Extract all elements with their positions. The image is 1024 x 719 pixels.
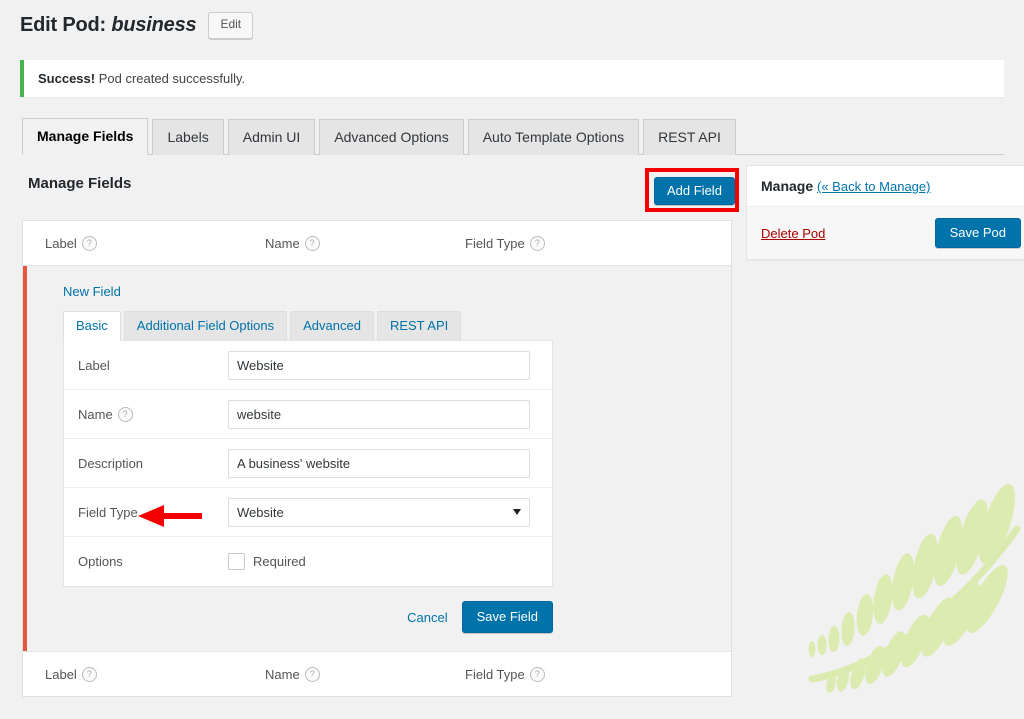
column-footer-name: Name? (265, 666, 465, 682)
cancel-field-link[interactable]: Cancel (407, 610, 447, 625)
help-icon[interactable]: ? (81, 235, 97, 251)
field-form-actions: Cancel Save Field (63, 587, 553, 633)
field-type-select-wrapper: Website (228, 497, 530, 527)
field-name-input[interactable] (228, 399, 530, 429)
form-label-label: Label (78, 357, 110, 373)
save-field-button[interactable]: Save Field (461, 601, 553, 633)
column-footer-label-text: Label (45, 666, 77, 682)
sidebar-header: Manage (« Back to Manage) (747, 166, 1024, 207)
page-title: Edit Pod: business (20, 13, 197, 37)
tab-advanced-options[interactable]: Advanced Options (319, 119, 464, 155)
page-title-pod-name: business (111, 13, 197, 36)
tab-labels[interactable]: Labels (152, 119, 224, 155)
tab-admin-ui[interactable]: Admin UI (227, 119, 316, 155)
column-header-label-text: Label (45, 235, 77, 251)
field-subtab-bar: Basic Additional Field Options Advanced … (63, 311, 731, 341)
subtab-advanced[interactable]: Advanced (290, 311, 374, 340)
field-label-input[interactable] (228, 350, 530, 380)
success-notice-strong: Success! (38, 71, 96, 86)
tab-auto-template-options[interactable]: Auto Template Options (467, 119, 640, 155)
column-footer-label: Label? (45, 666, 265, 682)
fields-table: Label? Name? Field Type? New Field Basic… (22, 220, 732, 697)
fields-table-header-row: Label? Name? Field Type? (23, 221, 731, 266)
new-field-heading: New Field (63, 284, 121, 299)
required-checkbox-label: Required (253, 554, 306, 569)
form-label-name: Name ? (78, 406, 228, 422)
column-footer-field-type: Field Type? (465, 666, 665, 682)
help-icon[interactable]: ? (117, 406, 133, 422)
edit-pod-button[interactable]: Edit (208, 12, 254, 39)
column-header-name: Name? (265, 235, 465, 251)
form-label-options: Options (78, 554, 123, 569)
subtab-additional-field-options[interactable]: Additional Field Options (123, 311, 288, 340)
required-checkbox[interactable] (228, 553, 245, 570)
form-row-field-type: Field Type Website (64, 488, 552, 537)
success-notice: Success! Pod created successfully. (20, 60, 1004, 97)
tab-rest-api[interactable]: REST API (643, 119, 736, 155)
tab-manage-fields[interactable]: Manage Fields (22, 118, 149, 155)
sidebar-title: Manage (761, 178, 814, 194)
delete-pod-link[interactable]: Delete Pod (761, 226, 825, 241)
field-type-select[interactable]: Website (228, 497, 530, 527)
help-icon[interactable]: ? (529, 235, 545, 251)
column-header-field-type-text: Field Type (465, 235, 525, 251)
help-icon[interactable]: ? (304, 666, 320, 682)
help-icon[interactable]: ? (304, 235, 320, 251)
form-row-description: Description (64, 439, 552, 488)
sidebar-body: Delete Pod Save Pod (747, 207, 1024, 259)
success-notice-message: Pod created successfully. (95, 71, 246, 86)
column-header-name-text: Name (265, 235, 300, 251)
column-footer-field-type-text: Field Type (465, 666, 525, 682)
fields-table-footer-row: Label? Name? Field Type? (23, 651, 731, 696)
form-row-name: Name ? (64, 390, 552, 439)
help-icon[interactable]: ? (529, 666, 545, 682)
save-pod-button[interactable]: Save Pod (934, 218, 1021, 248)
leaf-watermark-decoration (808, 483, 1021, 693)
column-header-field-type: Field Type? (465, 235, 665, 251)
subtab-basic[interactable]: Basic (63, 311, 121, 341)
page-header: Edit Pod: business Edit (20, 12, 254, 39)
form-label-field-type: Field Type (78, 504, 138, 520)
required-checkbox-wrapper[interactable]: Required (228, 553, 306, 570)
field-description-input[interactable] (228, 448, 530, 478)
manage-fields-heading: Manage Fields (28, 175, 132, 192)
back-to-manage-link[interactable]: (« Back to Manage) (817, 179, 930, 194)
form-row-label: Label (64, 341, 552, 390)
field-form-panel: Label Name ? Description Field Type (63, 340, 553, 587)
subtab-rest-api[interactable]: REST API (376, 311, 462, 340)
column-header-label: Label? (45, 235, 265, 251)
page-title-prefix: Edit Pod: (20, 13, 112, 36)
add-field-button[interactable]: Add Field (654, 177, 735, 205)
form-row-options: Options Required (64, 537, 552, 586)
new-field-editing-row: New Field Basic Additional Field Options… (23, 266, 731, 651)
main-tab-bar: Manage Fields Labels Admin UI Advanced O… (22, 118, 1004, 155)
form-label-name-text: Name (78, 406, 113, 422)
manage-sidebar-box: Manage (« Back to Manage) Delete Pod Sav… (746, 165, 1024, 260)
help-icon[interactable]: ? (81, 666, 97, 682)
form-label-description: Description (78, 455, 144, 471)
column-footer-name-text: Name (265, 666, 300, 682)
